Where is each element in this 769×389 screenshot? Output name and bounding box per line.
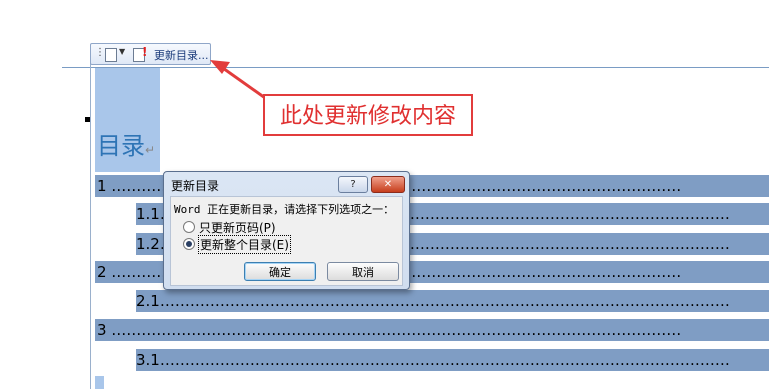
toc-entry-3[interactable]: 3 …………………………………………………………………………………………………… [95,319,769,341]
grip-icon[interactable]: ⋮ [95,47,105,58]
toc-heading-text: 目录 [97,132,145,160]
paragraph-bullet [85,117,90,122]
close-button[interactable]: ✕ [371,176,405,193]
radio-unselected-icon[interactable] [183,221,195,233]
cancel-button[interactable]: 取消 [327,262,399,281]
toc-entry-3-1[interactable]: 3.1…………………………………………………………………………………………………… [136,349,769,371]
radio-dot-icon [186,241,192,247]
dialog-prompt: Word 正在更新目录，请选择下列选项之一： [174,203,395,216]
top-margin-guide [62,67,769,68]
chevron-down-icon[interactable]: ▼ [119,47,125,56]
help-button[interactable]: ? [338,176,368,193]
toc-document-icon[interactable] [105,48,117,62]
paragraph-mark: ↵ [145,143,156,157]
text-cursor [95,376,104,389]
dialog-body: Word 正在更新目录，请选择下列选项之一： 只更新页码(P) 更新整个目录(E… [170,196,403,286]
option1-label: 只更新页码(P) [199,221,276,235]
update-toc-dialog: 更新目录 ? ✕ Word 正在更新目录，请选择下列选项之一： 只更新页码(P)… [163,171,410,290]
option2-label: 更新整个目录(E) [198,235,291,254]
radio-selected-icon[interactable] [183,238,195,250]
toc-entry-2-1[interactable]: 2.1…………………………………………………………………………………………………… [136,290,769,312]
ok-button[interactable]: 确定 [244,262,316,281]
annotation-callout: 此处更新修改内容 [263,94,473,136]
toc-heading[interactable]: 目录↵ [97,126,155,161]
dialog-title: 更新目录 [171,179,220,193]
left-margin-guide [90,60,91,389]
toc-toolbar: ⋮ ▼ ! 更新目录... [90,43,211,65]
update-toc-button[interactable]: 更新目录... [154,47,209,63]
exclamation-icon: ! [142,45,148,59]
